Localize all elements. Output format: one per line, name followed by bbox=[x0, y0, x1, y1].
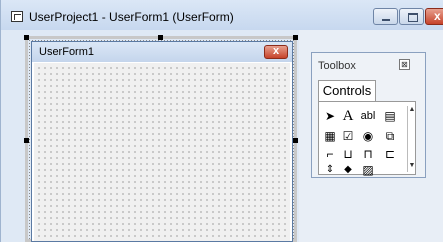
maximize-button[interactable] bbox=[399, 8, 424, 25]
select-objects-icon[interactable]: ➤ bbox=[321, 108, 339, 124]
toolbox-window[interactable]: Toolbox ⊠ Controls ➤ A abl ▤ ▦ ☑ ◉ ⧉ ⌐ ⊔… bbox=[311, 52, 426, 178]
tabstrip-icon[interactable]: ⊓ bbox=[359, 146, 377, 162]
scroll-down-arrow-icon[interactable]: ▼ bbox=[408, 162, 416, 170]
resize-handle-left[interactable] bbox=[24, 138, 29, 143]
combobox-icon[interactable]: ▤ bbox=[381, 108, 399, 124]
textbox-icon[interactable]: abl bbox=[359, 108, 377, 124]
userform-window-icon bbox=[11, 11, 23, 22]
multipage-icon[interactable]: ⊏ bbox=[381, 146, 399, 162]
minimize-button[interactable] bbox=[373, 8, 398, 25]
vbe-window: UserProject1 - UserForm1 (UserForm) User… bbox=[0, 0, 443, 242]
toolbox-scrollbar[interactable]: ▲ ▼ bbox=[407, 106, 415, 172]
resize-handle-right[interactable] bbox=[293, 138, 298, 143]
spinbutton-icon[interactable]: ◆ bbox=[339, 162, 357, 178]
scrollbar-icon[interactable]: ⇕ bbox=[321, 162, 339, 178]
toolbox-controls-panel: ➤ A abl ▤ ▦ ☑ ◉ ⧉ ⌐ ⊔ ⊓ ⊏ ⇕ ◆ ▨ ▲ ▼ bbox=[318, 101, 416, 178]
toolbox-title: Toolbox bbox=[318, 60, 356, 72]
listbox-icon[interactable]: ▦ bbox=[321, 128, 339, 144]
userform-grid-surface[interactable] bbox=[34, 63, 290, 241]
window-title: UserProject1 - UserForm1 (UserForm) bbox=[29, 10, 234, 24]
toolbox-close-icon[interactable]: ⊠ bbox=[399, 59, 410, 70]
commandbutton-icon[interactable]: ⊔ bbox=[339, 146, 357, 162]
checkbox-icon[interactable]: ☑ bbox=[339, 128, 357, 144]
userform-caption: UserForm1 bbox=[39, 46, 95, 58]
window-titlebar[interactable]: UserProject1 - UserForm1 (UserForm) bbox=[1, 0, 443, 30]
close-window-button[interactable] bbox=[425, 8, 443, 25]
userform-close-button[interactable] bbox=[264, 45, 288, 59]
scroll-up-arrow-icon[interactable]: ▲ bbox=[408, 106, 416, 114]
image-icon[interactable]: ▨ bbox=[359, 162, 377, 178]
userform-designer[interactable]: UserForm1 bbox=[31, 41, 293, 242]
togglebutton-icon[interactable]: ⧉ bbox=[381, 128, 399, 144]
resize-handle-top[interactable] bbox=[158, 35, 163, 40]
tab-controls[interactable]: Controls bbox=[318, 80, 376, 102]
optionbutton-icon[interactable]: ◉ bbox=[359, 128, 377, 144]
frame-icon[interactable]: ⌐ bbox=[321, 146, 339, 162]
label-icon[interactable]: A bbox=[339, 108, 357, 124]
userform-titlebar[interactable]: UserForm1 bbox=[32, 42, 292, 62]
resize-handle-top-right[interactable] bbox=[293, 35, 298, 40]
resize-handle-top-left[interactable] bbox=[24, 35, 29, 40]
